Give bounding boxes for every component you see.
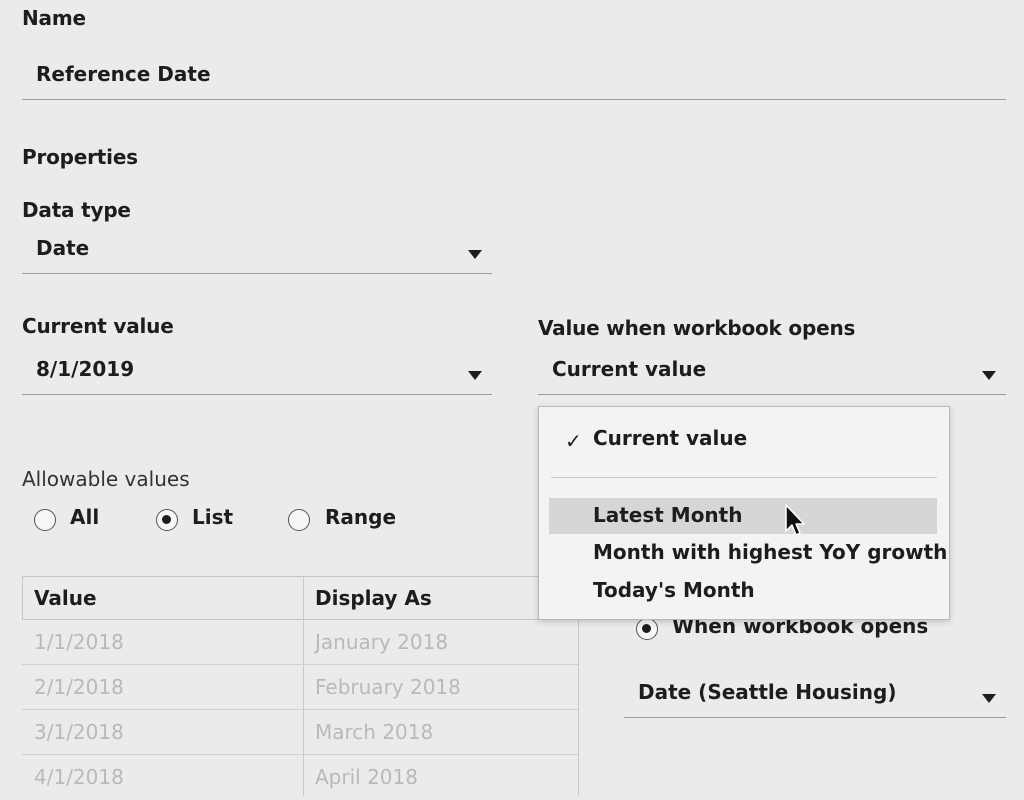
properties-heading: Properties <box>22 145 138 169</box>
radio-range-label: Range <box>325 505 397 529</box>
chevron-down-icon <box>468 250 482 259</box>
current-value-value: 8/1/2019 <box>36 357 135 381</box>
table-cell: 1/1/2018 <box>34 630 124 654</box>
checkmark-icon: ✓ <box>565 429 582 453</box>
current-value-label: Current value <box>22 314 174 338</box>
table-row[interactable]: 3/1/2018 March 2018 <box>22 710 578 755</box>
menu-item-label: Current value <box>593 426 748 450</box>
radio-list-label: List <box>192 505 234 529</box>
workbook-opens-label: Value when workbook opens <box>538 316 856 340</box>
workbook-opens-value: Current value <box>552 357 707 381</box>
source-field-dropdown[interactable]: Date (Seattle Housing) <box>624 680 1006 718</box>
table-cell: April 2018 <box>315 765 418 789</box>
menu-item-todays-month[interactable]: Today's Month <box>549 573 937 609</box>
table-cell: March 2018 <box>315 720 434 744</box>
table-row[interactable]: 2/1/2018 February 2018 <box>22 665 578 710</box>
allowable-values-label: Allowable values <box>22 467 190 491</box>
radio-range[interactable] <box>288 509 310 531</box>
allowable-values-table: Value Display As 1/1/2018 January 2018 2… <box>22 576 586 796</box>
data-type-value: Date <box>36 236 90 260</box>
name-input[interactable]: Reference Date <box>22 62 1006 100</box>
radio-all-label: All <box>70 505 100 529</box>
header-display-as[interactable]: Display As <box>315 586 432 610</box>
chevron-down-icon <box>468 371 482 380</box>
table-cell: 3/1/2018 <box>34 720 124 744</box>
table-header <box>22 576 578 620</box>
name-input-value: Reference Date <box>36 62 211 86</box>
source-field-value: Date (Seattle Housing) <box>638 680 897 704</box>
table-row[interactable]: 4/1/2018 April 2018 <box>22 755 578 800</box>
current-value-dropdown[interactable]: 8/1/2019 <box>22 357 492 395</box>
radio-list[interactable] <box>156 509 178 531</box>
menu-item-label: Today's Month <box>593 578 755 602</box>
data-type-dropdown[interactable]: Date <box>22 236 492 274</box>
workbook-opens-dropdown[interactable]: Current value <box>538 357 1006 395</box>
table-row[interactable]: 1/1/2018 January 2018 <box>22 620 578 665</box>
menu-separator <box>551 477 937 478</box>
chevron-down-icon <box>982 694 996 703</box>
table-cell: February 2018 <box>315 675 461 699</box>
data-type-label: Data type <box>22 198 131 222</box>
menu-item-current-value[interactable]: ✓ Current value <box>549 421 937 457</box>
table-cell: 4/1/2018 <box>34 765 124 789</box>
cursor-icon <box>785 504 805 536</box>
header-value[interactable]: Value <box>34 586 97 610</box>
chevron-down-icon <box>982 371 996 380</box>
menu-item-label: Latest Month <box>593 503 743 527</box>
menu-item-latest-month[interactable]: Latest Month <box>549 498 937 534</box>
table-cell: January 2018 <box>315 630 449 654</box>
table-cell: 2/1/2018 <box>34 675 124 699</box>
name-label: Name <box>22 6 86 30</box>
radio-all[interactable] <box>34 509 56 531</box>
workbook-opens-menu: ✓ Current value Latest Month Month with … <box>538 406 950 620</box>
radio-when-workbook-opens[interactable] <box>636 618 658 640</box>
menu-item-highest-yoy[interactable]: Month with highest YoY growth <box>549 535 947 571</box>
menu-item-label: Month with highest YoY growth <box>593 540 948 564</box>
